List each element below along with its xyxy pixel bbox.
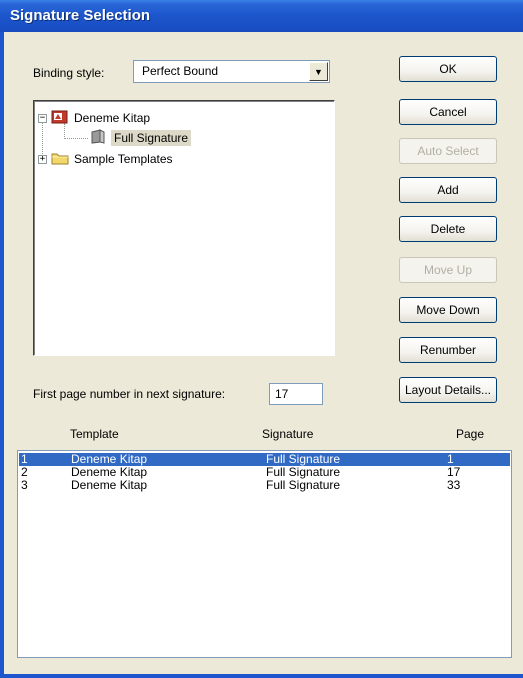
- binding-style-dropdown[interactable]: Perfect Bound ▼: [133, 60, 330, 83]
- tree-item-sample-templates[interactable]: + Sample Templates: [38, 150, 173, 168]
- ok-button[interactable]: OK: [399, 56, 497, 82]
- template-tree[interactable]: − Deneme Kitap Full Signature + Sample T…: [33, 100, 335, 356]
- tree-item-deneme-kitap[interactable]: − Deneme Kitap: [38, 109, 150, 127]
- renumber-button[interactable]: Renumber: [399, 337, 497, 363]
- table-row[interactable]: 3 Deneme Kitap Full Signature 33: [19, 479, 510, 492]
- expand-icon[interactable]: +: [38, 154, 47, 164]
- collapse-icon[interactable]: −: [38, 113, 47, 123]
- signature-icon: [90, 129, 106, 147]
- row-template: Deneme Kitap: [71, 478, 148, 492]
- column-header-page[interactable]: Page: [456, 427, 484, 441]
- window-title: Signature Selection: [10, 7, 151, 24]
- move-up-button[interactable]: Move Up: [399, 257, 497, 283]
- auto-select-button[interactable]: Auto Select: [399, 138, 497, 164]
- tree-item-label: Deneme Kitap: [74, 111, 151, 125]
- binding-style-label: Binding style:: [33, 66, 105, 80]
- tree-item-label: Sample Templates: [74, 152, 173, 166]
- row-number: 3: [21, 478, 28, 492]
- delete-button[interactable]: Delete: [399, 216, 497, 242]
- layout-details-button[interactable]: Layout Details...: [399, 377, 497, 403]
- tree-item-label: Full Signature: [111, 130, 192, 146]
- row-signature: Full Signature: [266, 478, 341, 492]
- binding-style-value: Perfect Bound: [142, 64, 219, 78]
- first-page-input[interactable]: 17: [269, 383, 323, 405]
- move-down-button[interactable]: Move Down: [399, 297, 497, 323]
- window-border-left: [0, 32, 4, 678]
- book-icon: [51, 109, 69, 127]
- cancel-button[interactable]: Cancel: [399, 99, 497, 125]
- folder-icon: [51, 151, 69, 168]
- tree-item-full-signature[interactable]: Full Signature: [90, 129, 192, 147]
- column-header-template[interactable]: Template: [70, 427, 119, 441]
- first-page-label: First page number in next signature:: [33, 387, 226, 401]
- add-button[interactable]: Add: [399, 177, 497, 203]
- tree-connector: [64, 138, 88, 139]
- window-border-bottom: [0, 674, 523, 678]
- row-page: 33: [447, 478, 461, 492]
- title-bar[interactable]: Signature Selection: [0, 0, 523, 32]
- chevron-down-icon[interactable]: ▼: [309, 62, 328, 81]
- signature-list[interactable]: 1 Deneme Kitap Full Signature 1 2 Deneme…: [17, 450, 512, 658]
- column-header-signature[interactable]: Signature: [262, 427, 313, 441]
- signature-selection-dialog: Signature Selection Binding style: Perfe…: [0, 0, 523, 678]
